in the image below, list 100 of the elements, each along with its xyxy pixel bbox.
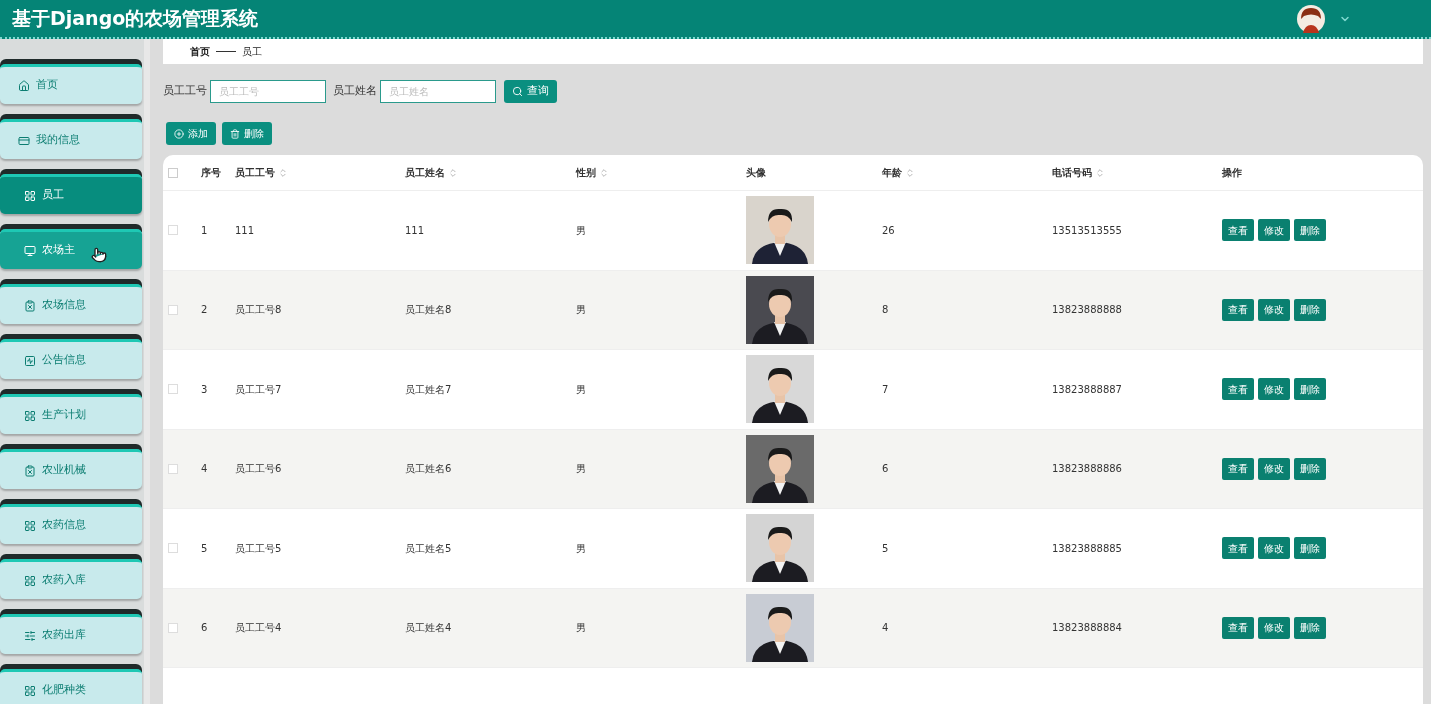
checkbox[interactable] [168,463,178,474]
checkbox[interactable] [168,543,178,554]
table-cell-text: 2 [201,303,209,318]
grid-icon [24,189,36,202]
sidebar-item[interactable]: 农场主 [0,229,142,269]
row-action-button[interactable]: 修改 [1258,457,1290,480]
row-action-button[interactable]: 删除 [1294,616,1326,639]
table-cell-text: 男 [576,462,587,477]
sidebar-item[interactable]: 农业机械 [0,449,142,489]
table-cell-text: 员工姓名5 [405,541,453,556]
search-icon [512,86,523,97]
checkbox[interactable] [168,167,178,178]
table-cell-text: 3 [201,382,209,397]
sidebar-item[interactable]: 农药入库 [0,559,142,599]
row-action-button[interactable]: 删除 [1294,457,1326,480]
table-cell-text: 男 [576,382,587,397]
table-cell-text: 7 [882,382,890,397]
grid-icon [24,519,36,532]
column-header[interactable]: 年龄 [882,165,915,180]
table-cell-text: 111 [235,223,256,238]
column-header: 操作 [1222,166,1242,180]
column-header[interactable]: 员工姓名 [405,165,458,180]
chart-icon [24,354,36,367]
table-cell-text: 员工工号6 [235,462,283,477]
row-action-button[interactable]: 查看 [1222,378,1254,401]
row-action-button[interactable]: 修改 [1258,537,1290,560]
checkbox[interactable] [168,622,178,633]
column-header: 头像 [746,166,766,180]
sidebar-item[interactable]: 生产计划 [0,394,142,434]
field-label: 员工姓名 [333,83,377,100]
sort-icon[interactable] [278,167,288,178]
table-cell-text: 员工工号7 [235,382,283,397]
table-cell-text: 员工工号5 [235,541,283,556]
checkbox[interactable] [168,384,178,395]
search-button[interactable]: 查询 [504,80,557,103]
sidebar-item[interactable]: 化肥种类 [0,669,142,704]
column-header: 序号 [201,166,221,180]
table-cell-text: 111 [405,223,426,238]
monitor-icon [24,244,36,257]
table-cell-text: 1 [201,223,209,238]
row-action-button[interactable]: 修改 [1258,219,1290,242]
row-action-button[interactable]: 查看 [1222,616,1254,639]
field-label: 员工工号 [163,83,207,100]
row-action-button[interactable]: 删除 [1294,298,1326,321]
breadcrumb-link[interactable]: 首页 [190,44,210,59]
row-action-button[interactable]: 删除 [1294,378,1326,401]
table-cell-text: 男 [576,621,587,636]
sidebar-item[interactable]: 员工 [0,174,142,214]
column-header[interactable]: 性别 [576,165,609,180]
column-header[interactable]: 员工工号 [235,165,288,180]
sort-icon[interactable] [599,167,609,178]
table-cell-text: 4 [201,462,209,477]
delete-button[interactable]: 删除 [222,122,272,145]
table-cell-text: 4 [882,621,890,636]
table-cell-text: 员工姓名4 [405,621,453,636]
row-action-button[interactable]: 查看 [1222,298,1254,321]
grid-icon [24,409,36,422]
sidebar-item[interactable]: 农药信息 [0,504,142,544]
sidebar-item[interactable]: 公告信息 [0,339,142,379]
column-header[interactable]: 电话号码 [1052,165,1105,180]
table-cell-text: 8 [882,303,890,318]
row-action-button[interactable]: 删除 [1294,219,1326,242]
table-cell-text: 13823888887 [1052,382,1123,397]
clipboard-icon [24,464,36,477]
table-cell-text: 6 [201,621,209,636]
row-action-button[interactable]: 修改 [1258,616,1290,639]
row-action-button[interactable]: 修改 [1258,298,1290,321]
row-action-button[interactable]: 修改 [1258,378,1290,401]
table-cell-text: 男 [576,303,587,318]
avatar[interactable] [1297,4,1325,33]
home-icon [18,79,30,92]
sort-icon[interactable] [448,167,458,178]
clipboard-icon [24,299,36,312]
sort-icon[interactable] [905,167,915,178]
sidebar-item[interactable]: 我的信息 [0,119,142,159]
table-cell-text: 5 [882,541,890,556]
table-cell-text: 员工姓名6 [405,462,453,477]
hand-cursor-icon [91,246,107,263]
checkbox[interactable] [168,304,178,315]
sidebar-item[interactable]: 农药出库 [0,614,142,654]
search-field[interactable]: 员工工号 [210,80,326,103]
add-button[interactable]: 添加 [166,122,216,145]
row-action-button[interactable]: 删除 [1294,537,1326,560]
table-cell-text: 13823888888 [1052,303,1123,318]
row-action-button[interactable]: 查看 [1222,219,1254,242]
breadcrumb-current: 员工 [242,45,262,59]
checkbox[interactable] [168,225,178,236]
sidebar-item[interactable]: 首页 [0,64,142,104]
search-field[interactable]: 员工姓名 [380,80,496,103]
table-cell-text: 6 [882,462,890,477]
table-cell-text: 13513513555 [1052,223,1123,238]
sort-icon[interactable] [1095,167,1105,178]
row-action-button[interactable]: 查看 [1222,457,1254,480]
table-cell-text: 5 [201,541,209,556]
trash-icon [230,128,240,139]
app-title: 基于Django的农场管理系统 [12,6,259,32]
plus-icon [174,128,184,139]
grid-icon [24,684,36,697]
sidebar-item[interactable]: 农场信息 [0,284,142,324]
row-action-button[interactable]: 查看 [1222,537,1254,560]
